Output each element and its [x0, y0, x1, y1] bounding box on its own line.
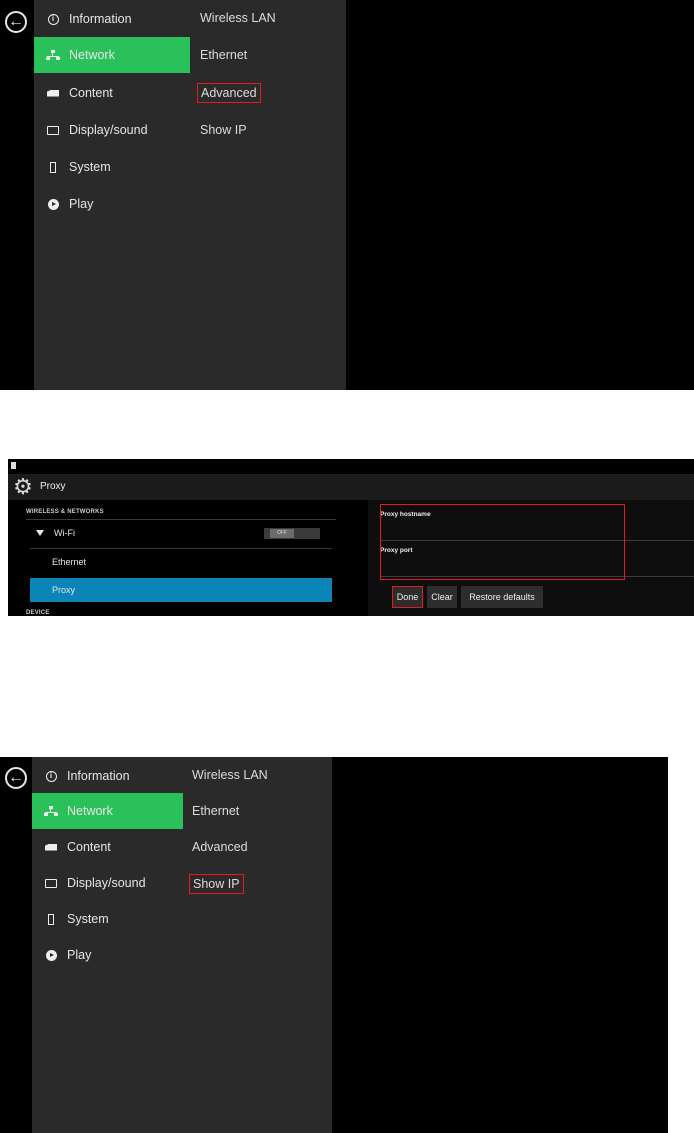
submenu-ethernet[interactable]: Ethernet [189, 802, 242, 820]
menu-item-label: System [67, 912, 109, 926]
menu-item-network[interactable]: Network [34, 37, 190, 73]
done-button[interactable]: Done [392, 586, 423, 608]
menu-item-system[interactable]: System [34, 149, 190, 185]
settings-list: WIRELESS & NETWORKS Wi-Fi OFF Ethernet P… [8, 502, 358, 616]
display-icon [45, 878, 57, 888]
submenu-show-ip[interactable]: Show IP [189, 874, 244, 894]
menu-item-label: System [69, 160, 111, 174]
wifi-toggle-state: OFF [270, 529, 294, 538]
wifi-label: Wi-Fi [54, 528, 75, 538]
menu-item-label: Play [67, 948, 92, 962]
ethernet-row[interactable]: Ethernet [30, 550, 332, 574]
proxy-label: Proxy [52, 585, 76, 595]
gear-icon[interactable]: ⚙ [11, 475, 35, 499]
status-bar [8, 459, 694, 474]
content-icon [45, 843, 57, 851]
restore-defaults-button[interactable]: Restore defaults [461, 586, 543, 608]
menu-item-play[interactable]: Play [32, 937, 183, 973]
settings-menu: i Information Network Content Display/so… [34, 0, 346, 390]
menu-item-content[interactable]: Content [32, 829, 183, 865]
clear-button[interactable]: Clear [427, 586, 457, 608]
info-icon: i [47, 13, 59, 25]
menu-item-label: Play [69, 197, 94, 211]
menu-item-information[interactable]: i Information [34, 1, 190, 37]
display-icon [47, 125, 59, 135]
menu-item-display-sound[interactable]: Display/sound [34, 112, 190, 148]
wifi-row[interactable]: Wi-Fi OFF [30, 521, 332, 545]
notification-icon [11, 462, 16, 469]
system-icon [48, 913, 54, 925]
proxy-settings-screen: ⚙ Proxy WIRELESS & NETWORKS Wi-Fi OFF Et… [8, 459, 694, 616]
play-icon [45, 949, 57, 961]
submenu-show-ip[interactable]: Show IP [197, 121, 250, 139]
submenu-wireless-lan[interactable]: Wireless LAN [189, 766, 271, 784]
submenu-advanced[interactable]: Advanced [189, 838, 251, 856]
highlight-box [380, 504, 625, 580]
page-title: Proxy [40, 481, 66, 492]
submenu-wireless-lan[interactable]: Wireless LAN [197, 9, 279, 27]
section-header-device: DEVICE [26, 610, 50, 616]
menu-item-label: Network [69, 48, 115, 62]
menu-item-play[interactable]: Play [34, 186, 190, 222]
menu-item-label: Content [69, 86, 113, 100]
play-icon [47, 198, 59, 210]
submenu-ethernet[interactable]: Ethernet [197, 46, 250, 64]
menu-item-content[interactable]: Content [34, 75, 190, 111]
settings-screen-advanced: ← i Information Network Content Display/… [0, 0, 694, 390]
back-arrow-icon[interactable]: ← [5, 11, 27, 33]
wifi-toggle[interactable]: OFF [264, 528, 320, 539]
proxy-row[interactable]: Proxy [30, 578, 332, 602]
content-icon [47, 89, 59, 97]
info-icon: i [45, 770, 57, 782]
submenu-advanced[interactable]: Advanced [197, 83, 261, 103]
menu-item-information[interactable]: i Information [32, 758, 183, 794]
action-bar: ⚙ Proxy [8, 474, 694, 500]
ethernet-label: Ethernet [52, 557, 87, 567]
menu-item-label: Content [67, 840, 111, 854]
network-icon [44, 806, 58, 816]
menu-item-display-sound[interactable]: Display/sound [32, 865, 183, 901]
settings-menu: i Information Network Content Display/so… [32, 757, 332, 1133]
menu-item-label: Information [67, 769, 130, 783]
settings-screen-show-ip: ← i Information Network Content Display/… [0, 757, 668, 1133]
divider [26, 519, 336, 520]
menu-item-label: Network [67, 804, 113, 818]
network-icon [46, 50, 60, 60]
menu-item-label: Display/sound [69, 123, 148, 137]
menu-item-label: Display/sound [67, 876, 146, 890]
wifi-icon [36, 530, 44, 536]
section-header-wireless: WIRELESS & NETWORKS [26, 509, 104, 515]
back-arrow-icon[interactable]: ← [5, 767, 27, 789]
menu-item-label: Information [69, 12, 132, 26]
divider [30, 548, 332, 549]
system-icon [50, 161, 56, 173]
menu-item-system[interactable]: System [32, 901, 183, 937]
menu-item-network[interactable]: Network [32, 793, 183, 829]
